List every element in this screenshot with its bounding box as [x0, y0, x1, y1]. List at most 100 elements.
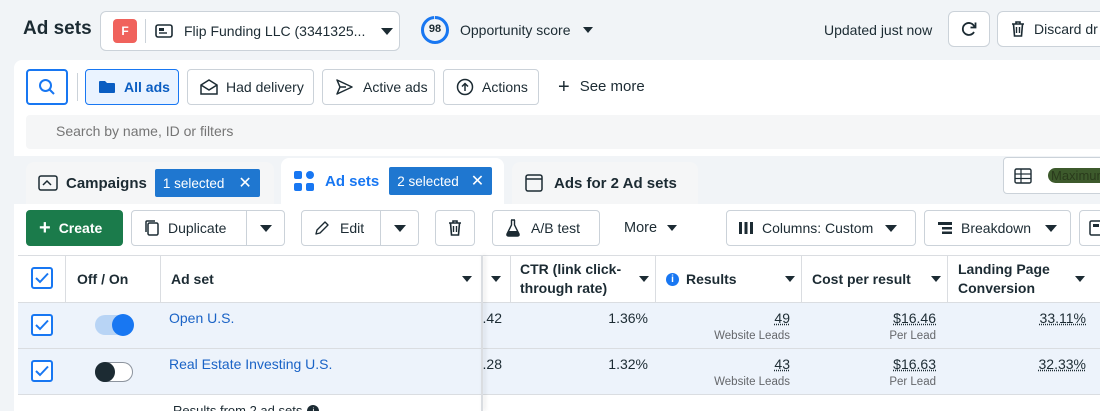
truncated-metric: .42 [482, 310, 502, 326]
sort-caret-icon[interactable] [1075, 276, 1085, 282]
tab-ads[interactable]: Ads for 2 Ad sets [512, 162, 698, 204]
col-header-adset-label: Ad set [171, 271, 214, 287]
chevron-down-icon[interactable] [394, 225, 406, 232]
results-value[interactable]: 49 [700, 310, 790, 326]
edit-label: Edit [340, 220, 365, 236]
tab-adsets-label: Ad sets [325, 172, 380, 190]
score-ring-icon: 98 [420, 15, 450, 45]
sort-caret-icon[interactable] [639, 276, 649, 282]
breakdown-button[interactable]: Breakdown [924, 210, 1071, 246]
see-more-button[interactable]: + See more [558, 75, 645, 98]
opportunity-score[interactable]: 98 Opportunity score [420, 14, 593, 46]
folder-icon [99, 81, 115, 93]
close-icon[interactable]: ✕ [238, 173, 251, 193]
duplicate-label: Duplicate [168, 220, 227, 236]
filter-actions-label: Actions [482, 79, 528, 95]
trash-icon [1012, 21, 1024, 37]
plus-icon: + [39, 217, 51, 239]
lpc-value[interactable]: 32.33% [996, 356, 1086, 372]
col-header-lpc[interactable]: Landing Page Conversion [958, 255, 1093, 303]
updated-status: Updated just now [824, 22, 933, 38]
results-value[interactable]: 43 [700, 356, 790, 372]
breakdown-label: Breakdown [961, 220, 1032, 236]
sort-caret-icon[interactable] [931, 276, 941, 282]
lpc-value[interactable]: 33.11% [996, 310, 1086, 326]
columns-icon [739, 222, 753, 234]
account-selector[interactable]: F Flip Funding LLC (3341325... [100, 11, 400, 51]
toggle-switch-off[interactable] [95, 362, 133, 382]
col-header-ctr[interactable]: CTR (link click-through rate) [520, 255, 650, 303]
campaign-flag-icon [38, 175, 58, 191]
checkmark-icon [35, 365, 49, 377]
more-button[interactable]: More [624, 220, 678, 236]
cpr-value[interactable]: $16.63 [846, 356, 936, 372]
select-all-checkbox[interactable] [31, 267, 53, 289]
duplicate-button[interactable]: Duplicate [131, 210, 285, 246]
sort-caret-icon[interactable] [785, 276, 795, 282]
discard-label: Discard dr [1034, 21, 1098, 37]
row-checkbox[interactable] [31, 360, 53, 382]
filter-active-ads-label: Active ads [363, 79, 428, 95]
results-subtext: Website Leads [714, 330, 790, 342]
checkmark-icon [35, 319, 49, 331]
more-label: More [624, 220, 658, 236]
col-divider [510, 255, 511, 303]
cpr-subtext: Per Lead [889, 376, 936, 388]
reports-button[interactable] [1079, 210, 1100, 246]
filter-had-delivery-label: Had delivery [226, 79, 304, 95]
adset-name-link[interactable]: Real Estate Investing U.S. [169, 356, 332, 372]
toggle-switch-on[interactable] [95, 314, 134, 336]
search-toggle-button[interactable] [26, 69, 68, 105]
tab-campaigns[interactable]: Campaigns 1 selected ✕ [26, 162, 274, 204]
tab-adsets[interactable]: Ad sets 2 selected ✕ [281, 158, 504, 204]
filter-had-delivery[interactable]: Had delivery [187, 69, 314, 105]
breakdown-icon [938, 222, 952, 234]
edit-button[interactable]: Edit [301, 210, 419, 246]
ab-test-button[interactable]: A/B test [492, 210, 600, 246]
col-header-lpc-label: Landing Page Conversion [958, 261, 1050, 296]
ab-test-label: A/B test [531, 220, 581, 236]
campaigns-selected-badge[interactable]: 1 selected ✕ [154, 169, 260, 197]
send-icon [336, 79, 353, 95]
results-subtext: Website Leads [714, 376, 790, 388]
col-header-toggle[interactable]: Off / On [77, 255, 128, 303]
business-icon [154, 22, 174, 40]
search-input[interactable] [56, 123, 656, 139]
chevron-down-icon [667, 225, 678, 231]
results-footer-label: Results from 2 ad sets [173, 403, 303, 411]
info-icon[interactable]: i [666, 272, 679, 286]
adset-name-link[interactable]: Open U.S. [169, 310, 234, 326]
filter-all-ads[interactable]: All ads [85, 69, 179, 105]
discard-button[interactable]: Discard dr [997, 11, 1100, 47]
info-icon[interactable]: i [307, 404, 320, 411]
col-header-cpr[interactable]: Cost per result [812, 255, 947, 303]
col-divider [65, 255, 66, 303]
close-icon[interactable]: ✕ [471, 171, 484, 191]
search-bar[interactable] [26, 115, 1100, 149]
sort-caret-icon[interactable] [491, 276, 501, 282]
filter-actions[interactable]: Actions [443, 69, 539, 105]
view-selector[interactable]: Maximum [1003, 157, 1100, 194]
refresh-button[interactable] [948, 11, 990, 47]
opportunity-label: Opportunity score [460, 22, 571, 38]
chevron-down-icon [1045, 224, 1058, 232]
adsets-selected-badge[interactable]: 2 selected ✕ [389, 167, 493, 195]
col-header-ctr-label: CTR (link click-through rate) [520, 261, 622, 296]
sort-caret-icon[interactable] [462, 276, 472, 282]
trash-icon [449, 220, 461, 236]
refresh-icon [961, 22, 977, 36]
col-header-results-label: Results [686, 271, 737, 287]
plus-icon: + [558, 75, 570, 98]
columns-label: Columns: Custom [762, 220, 874, 236]
toggle-knob [112, 314, 134, 336]
filter-active-ads[interactable]: Active ads [322, 69, 435, 105]
row-checkbox[interactable] [31, 314, 53, 336]
columns-button[interactable]: Columns: Custom [726, 210, 916, 246]
col-header-adset[interactable]: Ad set [171, 255, 476, 303]
cpr-value[interactable]: $16.46 [846, 310, 936, 326]
create-button[interactable]: + Create [26, 210, 123, 246]
chevron-down-icon[interactable] [260, 225, 272, 232]
col-header-results[interactable]: i Results [666, 255, 801, 303]
cpr-subtext: Per Lead [889, 330, 936, 342]
delete-button[interactable] [435, 210, 475, 246]
